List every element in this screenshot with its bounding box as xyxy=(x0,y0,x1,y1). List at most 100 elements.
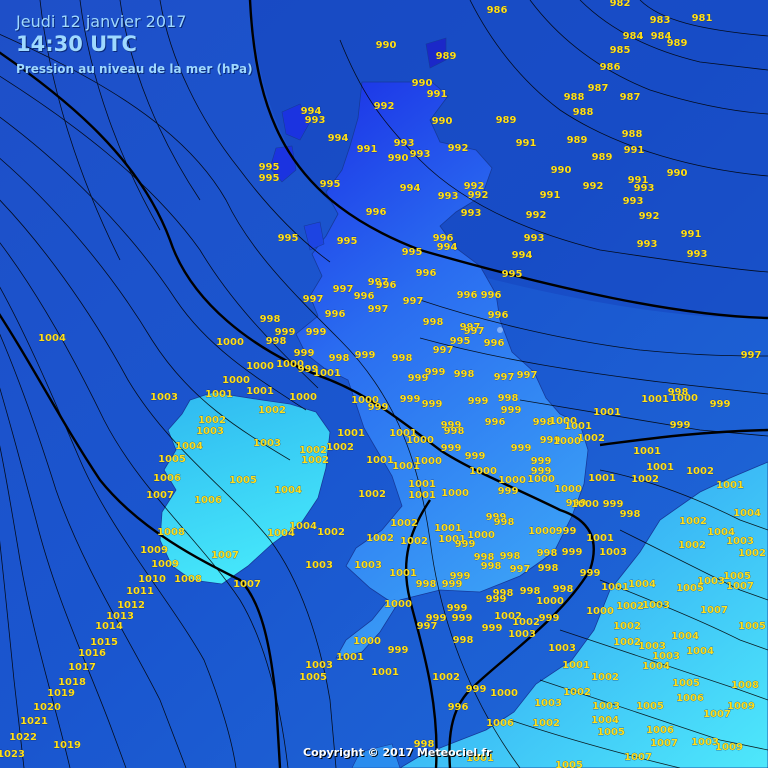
pressure-label: 1003 xyxy=(534,698,562,709)
pressure-label: 999 xyxy=(486,594,507,605)
pressure-label: 991 xyxy=(427,89,448,100)
pressure-label: 1009 xyxy=(140,545,168,556)
pressure-label: 1006 xyxy=(153,473,181,484)
pressure-label: 1003 xyxy=(697,576,725,587)
pressure-label: 1002 xyxy=(616,601,644,612)
pressure-label: 1001 xyxy=(593,407,621,418)
pressure-label: 998 xyxy=(500,551,521,562)
pressure-label: 997 xyxy=(417,621,438,632)
pressure-label: 991 xyxy=(516,138,537,149)
pressure-label: 1003 xyxy=(150,392,178,403)
pressure-label: 997 xyxy=(510,564,531,575)
pressure-label: 999 xyxy=(294,348,315,359)
pressure-label: 1002 xyxy=(198,415,226,426)
pressure-label: 1007 xyxy=(211,550,239,561)
pressure-label: 1005 xyxy=(229,475,257,486)
pressure-label: 988 xyxy=(573,107,594,118)
pressure-label: 1019 xyxy=(47,688,75,699)
forecast-time: 14:30 UTC xyxy=(16,32,137,56)
pressure-label: 1002 xyxy=(258,405,286,416)
pressure-label: 990 xyxy=(412,78,433,89)
pressure-label: 1004 xyxy=(38,333,66,344)
pressure-label: 999 xyxy=(425,367,446,378)
pressure-label: 1003 xyxy=(548,643,576,654)
pressure-label: 1002 xyxy=(738,548,766,559)
pressure-label: 1002 xyxy=(400,536,428,547)
pressure-label: 999 xyxy=(455,539,476,550)
pressure-label: 1003 xyxy=(726,536,754,547)
pressure-label: 1000 xyxy=(571,499,599,510)
pressure-label: 1004 xyxy=(175,441,203,452)
pressure-label: 999 xyxy=(468,396,489,407)
pressure-label: 1001 xyxy=(716,480,744,491)
pressure-label: 1001 xyxy=(408,490,436,501)
pressure-label: 993 xyxy=(687,249,708,260)
pressure-label: 1001 xyxy=(562,660,590,671)
pressure-label: 1004 xyxy=(671,631,699,642)
pressure-label: 1020 xyxy=(33,702,61,713)
pressure-label: 1006 xyxy=(646,725,674,736)
pressure-label: 1004 xyxy=(628,579,656,590)
pressure-label: 1000 xyxy=(498,475,526,486)
pressure-label: 998 xyxy=(329,353,350,364)
pressure-label: 1000 xyxy=(414,456,442,467)
pressure-label: 998 xyxy=(481,561,502,572)
pressure-label: 995 xyxy=(278,233,299,244)
pressure-label: 1005 xyxy=(738,621,766,632)
pressure-label: 1000 xyxy=(406,435,434,446)
pressure-label: 1009 xyxy=(715,742,743,753)
pressure-label: 1004 xyxy=(267,528,295,539)
pressure-label: 999 xyxy=(388,645,409,656)
pressure-label: 1021 xyxy=(20,716,48,727)
pressure-label: 996 xyxy=(488,310,509,321)
pressure-label: 997 xyxy=(333,284,354,295)
pressure-label: 1001 xyxy=(313,368,341,379)
pressure-label: 995 xyxy=(259,173,280,184)
pressure-label: 998 xyxy=(260,314,281,325)
pressure-label: 985 xyxy=(610,45,631,56)
pressure-label: 1004 xyxy=(591,715,619,726)
pressure-label: 991 xyxy=(681,229,702,240)
pressure-label: 996 xyxy=(448,702,469,713)
pressure-label: 999 xyxy=(710,399,731,410)
pressure-label: 992 xyxy=(448,143,469,154)
pressure-label: 998 xyxy=(668,387,689,398)
pressure-label: 1009 xyxy=(727,701,755,712)
pressure-label: 993 xyxy=(410,149,431,160)
pressure-label: 999 xyxy=(465,451,486,462)
pressure-label: 998 xyxy=(453,635,474,646)
pressure-label: 996 xyxy=(376,280,397,291)
pressure-label: 998 xyxy=(423,317,444,328)
pressure-label: 999 xyxy=(355,350,376,361)
pressure-label: 1014 xyxy=(95,621,123,632)
pressure-label: 1001 xyxy=(434,523,462,534)
pressure-label: 998 xyxy=(416,579,437,590)
pressure-label: 995 xyxy=(402,247,423,258)
pressure-label: 999 xyxy=(466,684,487,695)
pressure-label: 999 xyxy=(539,613,560,624)
pressure-label: 1005 xyxy=(299,672,327,683)
pressure-label: 1000 xyxy=(586,606,614,617)
pressure-label: 999 xyxy=(556,526,577,537)
pressure-label: 997 xyxy=(741,350,762,361)
pressure-label: 992 xyxy=(374,101,395,112)
pressure-label: 1008 xyxy=(174,574,202,585)
pressure-label: 999 xyxy=(452,613,473,624)
pressure-label: 1001 xyxy=(371,667,399,678)
pressure-label: 999 xyxy=(580,568,601,579)
pressure-label: 993 xyxy=(461,208,482,219)
pressure-label: 1000 xyxy=(246,361,274,372)
pressure-label: 1002 xyxy=(390,518,418,529)
pressure-label: 1018 xyxy=(58,677,86,688)
pressure-label: 993 xyxy=(438,191,459,202)
pressure-label: 996 xyxy=(481,290,502,301)
map-canvas: 990989990991992990 989994993994 993991 992 9… xyxy=(0,0,768,768)
pressure-label: 999 xyxy=(670,420,691,431)
pressure-label: 998 xyxy=(537,548,558,559)
pressure-label: 1000 xyxy=(528,526,556,537)
pressure-label: 989 xyxy=(496,115,517,126)
pressure-label: 996 xyxy=(484,338,505,349)
pressure-label: 1004 xyxy=(642,661,670,672)
pressure-label: 1002 xyxy=(613,621,641,632)
pressure-label: 1002 xyxy=(591,672,619,683)
